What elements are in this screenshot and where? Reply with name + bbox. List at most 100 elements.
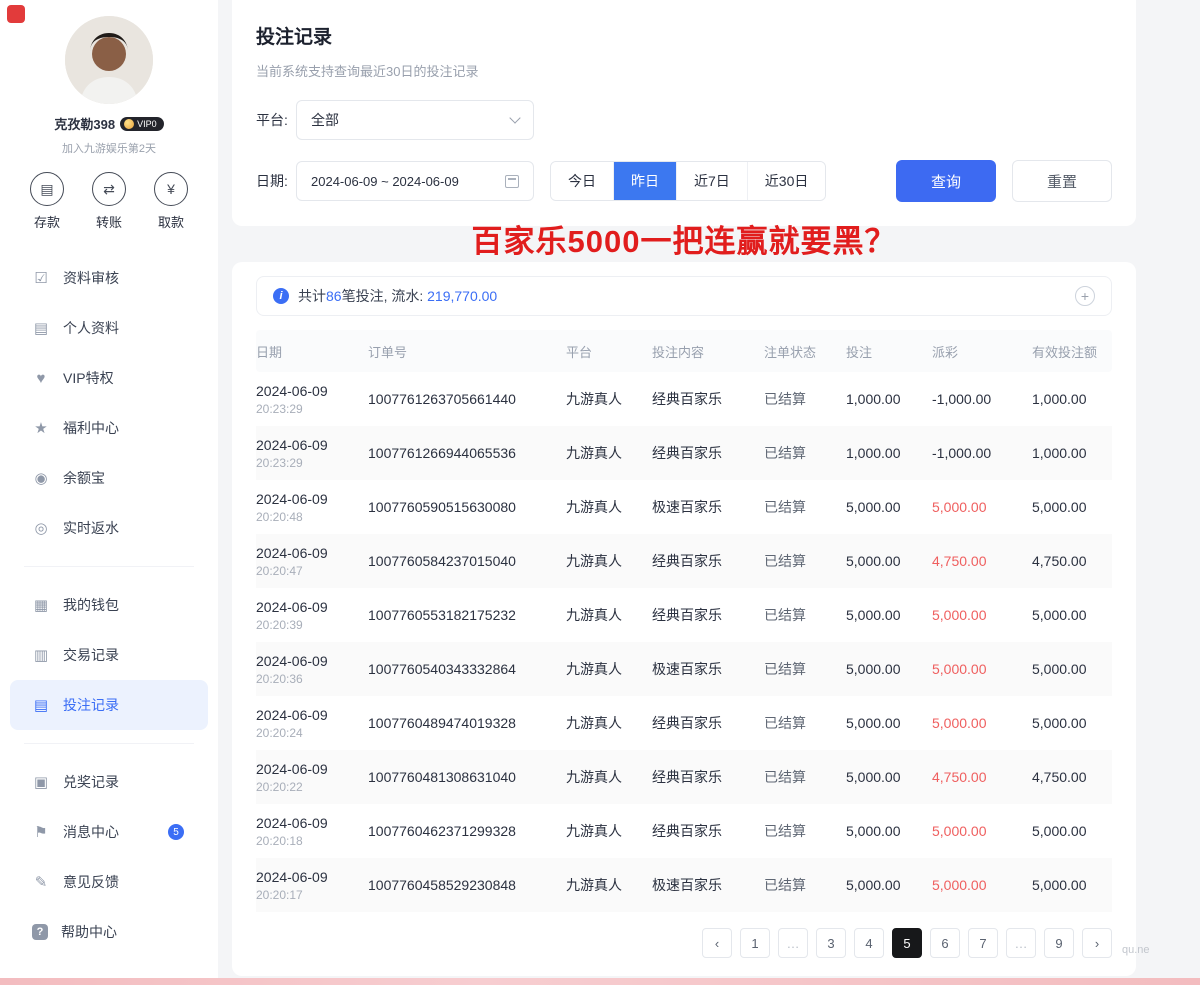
cell-date: 2024-06-0920:20:22	[256, 761, 368, 794]
column-header: 订单号	[368, 342, 566, 361]
range-yesterday[interactable]: 昨日	[614, 162, 677, 200]
cell-status: 已结算	[764, 713, 846, 733]
page-button[interactable]: 6	[930, 928, 960, 958]
rebate-icon: ◎	[32, 519, 50, 537]
cell-valid-bet: 4,750.00	[1032, 769, 1112, 785]
reset-button[interactable]: 重置	[1012, 160, 1112, 202]
sidebar-item-vip[interactable]: ♥ VIP特权	[10, 353, 208, 403]
sidebar-item-profile[interactable]: ▤ 个人资料	[10, 303, 208, 353]
withdraw-button[interactable]: ¥ 取款	[154, 172, 188, 231]
sidebar-item-rebate[interactable]: ◎ 实时返水	[10, 503, 208, 553]
cell-bet-content: 极速百家乐	[652, 875, 764, 895]
cell-platform: 九游真人	[566, 497, 652, 517]
menu-divider	[24, 743, 194, 744]
column-header: 投注内容	[652, 342, 764, 361]
table-row[interactable]: 2024-06-0920:20:39 1007760553182175232 九…	[256, 588, 1112, 642]
cell-platform: 九游真人	[566, 551, 652, 571]
cell-date: 2024-06-0920:20:36	[256, 653, 368, 686]
page-title: 投注记录	[256, 22, 1112, 49]
next-page-button[interactable]: ›	[1082, 928, 1112, 958]
sidebar-item-label: 余额宝	[63, 468, 105, 488]
table-row[interactable]: 2024-06-0920:20:22 1007760481308631040 九…	[256, 750, 1112, 804]
sidebar-item-prizes[interactable]: ▣ 兑奖记录	[10, 757, 208, 807]
cell-status: 已结算	[764, 443, 846, 463]
profile-section: 克孜勒398 VIP0 加入九游娱乐第2天 ▤ 存款 ⇄ 转账 ¥ 取款	[0, 0, 218, 231]
help-icon: ?	[32, 924, 48, 940]
cell-bet-content: 极速百家乐	[652, 497, 764, 517]
column-header: 投注	[846, 342, 932, 361]
search-button[interactable]: 查询	[896, 160, 996, 202]
range-today[interactable]: 今日	[551, 162, 614, 200]
page-button[interactable]: 1	[740, 928, 770, 958]
table-row[interactable]: 2024-06-0920:20:17 1007760458529230848 九…	[256, 858, 1112, 912]
transfer-button[interactable]: ⇄ 转账	[92, 172, 126, 231]
cell-bet-content: 经典百家乐	[652, 605, 764, 625]
column-header: 注单状态	[764, 342, 846, 361]
date-range-input[interactable]: 2024-06-09 ~ 2024-06-09	[296, 161, 534, 201]
page-button[interactable]: 5	[892, 928, 922, 958]
table-row[interactable]: 2024-06-0920:20:48 1007760590515630080 九…	[256, 480, 1112, 534]
cell-platform: 九游真人	[566, 767, 652, 787]
page-button[interactable]: 4	[854, 928, 884, 958]
sidebar-item-welfare[interactable]: ★ 福利中心	[10, 403, 208, 453]
cell-date: 2024-06-0920:20:17	[256, 869, 368, 902]
page-button[interactable]: 3	[816, 928, 846, 958]
range-last7days[interactable]: 近7日	[677, 162, 748, 200]
sidebar-item-label: 实时返水	[63, 518, 119, 538]
join-text: 加入九游娱乐第2天	[0, 140, 218, 156]
cell-valid-bet: 5,000.00	[1032, 715, 1112, 731]
cell-valid-bet: 1,000.00	[1032, 391, 1112, 407]
quick-actions: ▤ 存款 ⇄ 转账 ¥ 取款	[0, 172, 218, 231]
sidebar-item-feedback[interactable]: ✎ 意见反馈	[10, 857, 208, 907]
avatar[interactable]	[65, 16, 153, 104]
cell-order-number: 1007761266944065536	[368, 445, 566, 461]
table-row[interactable]: 2024-06-0920:20:24 1007760489474019328 九…	[256, 696, 1112, 750]
cell-payout: 4,750.00	[932, 553, 1032, 569]
cell-platform: 九游真人	[566, 821, 652, 841]
platform-filter-row: 平台: 全部	[256, 100, 1112, 140]
sidebar-item-messages[interactable]: ⚑ 消息中心 5	[10, 807, 208, 857]
table-row[interactable]: 2024-06-0920:20:36 1007760540343332864 九…	[256, 642, 1112, 696]
table-row[interactable]: 2024-06-0920:23:29 1007761263705661440 九…	[256, 372, 1112, 426]
date-range-value: 2024-06-09 ~ 2024-06-09	[311, 174, 459, 189]
bet-count: 86	[326, 288, 342, 304]
page-subtitle: 当前系统支持查询最近30日的投注记录	[256, 61, 1112, 80]
sidebar-item-help[interactable]: ? 帮助中心	[10, 907, 208, 957]
cell-order-number: 1007760462371299328	[368, 823, 566, 839]
cell-order-number: 1007760458529230848	[368, 877, 566, 893]
cell-platform: 九游真人	[566, 605, 652, 625]
range-last30days[interactable]: 近30日	[748, 162, 826, 200]
brand-logo	[7, 5, 25, 23]
cell-bet-amount: 5,000.00	[846, 553, 932, 569]
page-button[interactable]: 9	[1044, 928, 1074, 958]
summary-bar: i 共计86笔投注, 流水: 219,770.00 +	[256, 276, 1112, 316]
cell-bet-amount: 1,000.00	[846, 445, 932, 461]
page-button[interactable]: 7	[968, 928, 998, 958]
prev-page-button[interactable]: ‹	[702, 928, 732, 958]
cell-order-number: 1007760481308631040	[368, 769, 566, 785]
sidebar-item-wallet[interactable]: ▦ 我的钱包	[10, 580, 208, 630]
column-header: 平台	[566, 342, 652, 361]
table-header: 日期订单号平台投注内容注单状态投注派彩有效投注额	[256, 330, 1112, 372]
platform-select[interactable]: 全部	[296, 100, 534, 140]
cell-bet-amount: 5,000.00	[846, 499, 932, 515]
filters-card: 投注记录 当前系统支持查询最近30日的投注记录 平台: 全部 日期: 2024-…	[232, 0, 1136, 226]
date-label: 日期:	[256, 171, 296, 191]
cell-order-number: 1007760584237015040	[368, 553, 566, 569]
sidebar-item-transactions[interactable]: ▥ 交易记录	[10, 630, 208, 680]
cell-status: 已结算	[764, 551, 846, 571]
cell-bet-content: 经典百家乐	[652, 713, 764, 733]
cell-platform: 九游真人	[566, 659, 652, 679]
circle-plus-icon[interactable]: +	[1075, 286, 1095, 306]
sidebar-item-audit[interactable]: ☑ 资料审核	[10, 253, 208, 303]
table-row[interactable]: 2024-06-0920:20:47 1007760584237015040 九…	[256, 534, 1112, 588]
turnover-amount: 219,770.00	[427, 288, 497, 304]
sidebar-item-bets[interactable]: ▤ 投注记录	[10, 680, 208, 730]
deposit-button[interactable]: ▤ 存款	[30, 172, 64, 231]
table-row[interactable]: 2024-06-0920:20:18 1007760462371299328 九…	[256, 804, 1112, 858]
withdraw-label: 取款	[158, 212, 184, 231]
cell-date: 2024-06-0920:23:29	[256, 383, 368, 416]
welfare-icon: ★	[32, 419, 50, 437]
sidebar-item-yuebao[interactable]: ◉ 余额宝	[10, 453, 208, 503]
table-row[interactable]: 2024-06-0920:23:29 1007761266944065536 九…	[256, 426, 1112, 480]
